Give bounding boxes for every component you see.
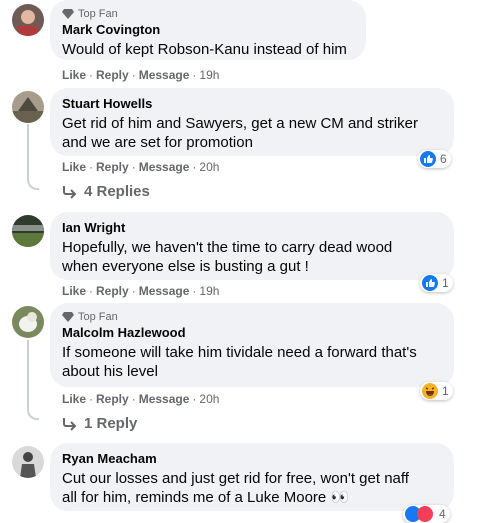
comment-text-line: all for him, reminds me of a Luke Moore … xyxy=(62,489,350,506)
comment-text-line: about his level xyxy=(62,363,158,380)
diamond-icon xyxy=(62,9,74,19)
reaction-count: 4 xyxy=(439,507,446,521)
comment-author[interactable]: Stuart Howells xyxy=(62,96,442,112)
timestamp[interactable]: 20h xyxy=(199,160,219,174)
reaction-count: 1 xyxy=(442,384,449,398)
reaction-count: 1 xyxy=(442,276,449,290)
profile-photo-icon xyxy=(12,91,44,123)
reply-link[interactable]: Reply xyxy=(96,392,129,406)
like-reaction-icon xyxy=(422,275,438,291)
view-replies-link[interactable]: 1 Reply xyxy=(62,415,137,432)
timestamp[interactable]: 19h xyxy=(199,284,219,298)
like-link[interactable]: Like xyxy=(62,160,86,174)
like-link[interactable]: Like xyxy=(62,284,86,298)
avatar[interactable] xyxy=(12,446,44,478)
message-link[interactable]: Message xyxy=(139,392,190,406)
comment-author[interactable]: Ryan Meacham xyxy=(62,451,442,467)
comment-text: Hopefully, we haven't the time to carry … xyxy=(62,238,442,276)
timestamp[interactable]: 19h xyxy=(199,68,219,82)
view-replies-link[interactable]: 4 Replies xyxy=(62,183,150,200)
comment-text-line: Get rid of him and Sawyers, get a new CM… xyxy=(62,115,418,132)
comment-bubble: Ryan Meacham Cut our losses and just get… xyxy=(50,443,454,511)
reply-link[interactable]: Reply xyxy=(96,284,129,298)
message-link[interactable]: Message xyxy=(139,68,190,82)
comment-text: Get rid of him and Sawyers, get a new CM… xyxy=(62,114,442,152)
comment-actions: Like · Reply · Message · 19h xyxy=(62,284,220,298)
like-link[interactable]: Like xyxy=(62,68,86,82)
profile-photo-icon xyxy=(12,4,44,36)
comment-author[interactable]: Ian Wright xyxy=(62,220,442,236)
comment-actions: Like · Reply · Message · 20h xyxy=(62,160,220,174)
comment-text: Would of kept Robson-Kanu instead of him xyxy=(62,41,347,58)
diamond-icon xyxy=(62,312,74,322)
comment-text-line: Hopefully, we haven't the time to carry … xyxy=(62,239,393,256)
comment-bubble: Top Fan Mark Covington Would of kept Rob… xyxy=(50,0,366,60)
comment-bubble: Stuart Howells Get rid of him and Sawyer… xyxy=(50,88,454,156)
comment-author[interactable]: Malcolm Hazlewood xyxy=(62,325,442,341)
thread-connector xyxy=(27,170,39,190)
like-link[interactable]: Like xyxy=(62,392,86,406)
like-love-reaction-icon xyxy=(405,506,433,522)
message-link[interactable]: Message xyxy=(139,284,190,298)
top-fan-badge: Top Fan xyxy=(62,311,442,323)
message-link[interactable]: Message xyxy=(139,160,190,174)
like-reaction-icon xyxy=(420,151,436,167)
comment-text-line: and we are set for promotion xyxy=(62,134,253,151)
comment-text-line: If someone will take him tividale need a… xyxy=(62,344,417,361)
avatar[interactable] xyxy=(12,215,44,247)
reply-link[interactable]: Reply xyxy=(96,68,129,82)
comment-text: Cut our losses and just get rid for free… xyxy=(62,469,442,507)
avatar[interactable] xyxy=(12,91,44,123)
thread-connector xyxy=(27,400,39,420)
reaction-summary[interactable]: 1 xyxy=(420,382,453,400)
comment-bubble: Ian Wright Hopefully, we haven't the tim… xyxy=(50,212,454,280)
profile-photo-icon xyxy=(12,446,44,478)
haha-reaction-icon xyxy=(422,383,438,399)
reaction-summary[interactable]: 1 xyxy=(420,274,453,292)
avatar[interactable] xyxy=(12,306,44,338)
comment-text-line: when everyone else is busting a gut ! xyxy=(62,258,309,275)
reaction-count: 6 xyxy=(440,152,447,166)
reply-link[interactable]: Reply xyxy=(96,160,129,174)
reply-arrow-icon xyxy=(63,185,77,199)
reaction-summary[interactable]: 4 xyxy=(403,505,450,523)
profile-photo-icon xyxy=(12,215,44,247)
top-fan-badge: Top Fan xyxy=(62,8,354,20)
comment-actions: Like · Reply · Message · 20h xyxy=(62,392,220,406)
comment-text-line: Cut our losses and just get rid for free… xyxy=(62,470,409,487)
avatar[interactable] xyxy=(12,4,44,36)
reaction-summary[interactable]: 6 xyxy=(418,150,451,168)
profile-photo-icon xyxy=(12,306,44,338)
reply-arrow-icon xyxy=(63,417,77,431)
timestamp[interactable]: 20h xyxy=(199,392,219,406)
comment-actions: Like · Reply · Message · 19h xyxy=(62,68,220,82)
comment-bubble: Top Fan Malcolm Hazlewood If someone wil… xyxy=(50,303,454,387)
comment-text: If someone will take him tividale need a… xyxy=(62,343,442,381)
comment-author[interactable]: Mark Covington xyxy=(62,22,354,38)
